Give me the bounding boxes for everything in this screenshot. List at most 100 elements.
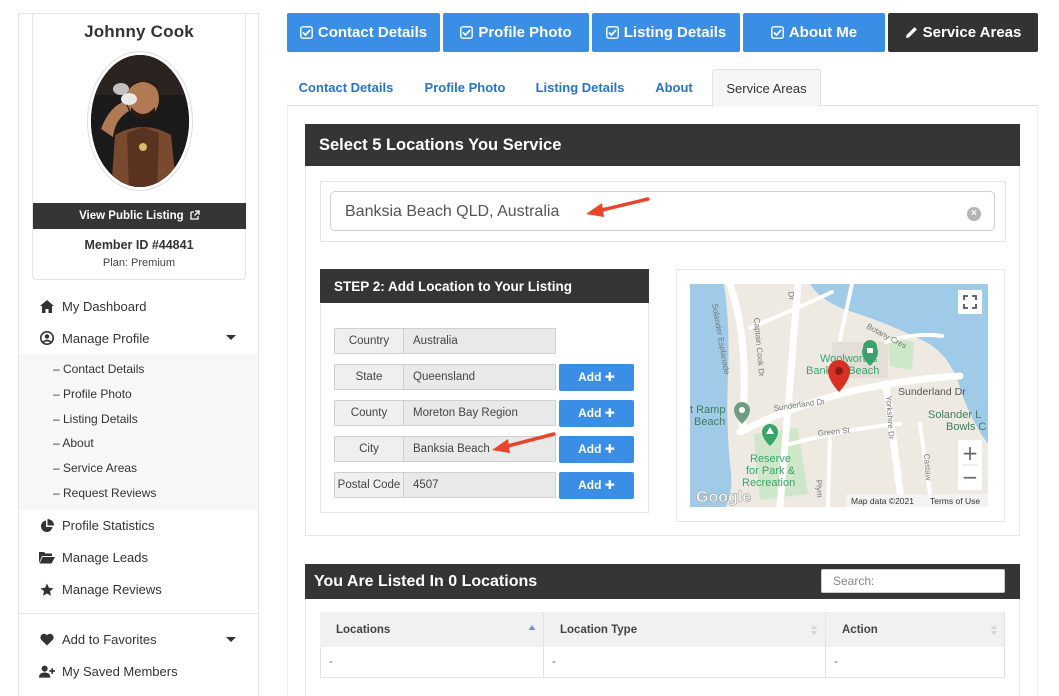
column-header-location-type[interactable]: Location Type <box>544 612 826 647</box>
step2-heading: STEP 2: Add Location to Your Listing <box>320 269 649 303</box>
submenu-about[interactable]: – About <box>19 431 258 456</box>
fullscreen-icon[interactable] <box>958 290 982 314</box>
sidebar-item-saved-members[interactable]: My Saved Members <box>19 656 258 688</box>
avatar[interactable] <box>88 52 192 190</box>
submenu-service-areas[interactable]: – Service Areas <box>19 456 258 481</box>
sidebar: Johnny Cook View Public Listing Member I… <box>18 13 259 696</box>
sort-icon <box>991 625 997 635</box>
add-county-button[interactable]: Add ✚ <box>559 400 634 427</box>
table-search-input[interactable]: Search: <box>821 569 1005 593</box>
check-square-icon <box>770 26 784 39</box>
member-name: Johnny Cook <box>84 22 194 41</box>
map-label: Recreation <box>742 477 795 489</box>
nav-divider <box>19 612 258 614</box>
county-field: Moreton Bay Region <box>403 400 556 426</box>
member-id: Member ID #44841 <box>84 238 194 252</box>
country-field: Australia <box>403 328 556 354</box>
top-tab-about-me[interactable]: About Me <box>743 13 885 52</box>
user-circle-icon <box>39 330 55 346</box>
sidebar-item-manage-leads[interactable]: Manage Leads <box>19 542 258 574</box>
sidebar-item-profile-statistics[interactable]: Profile Statistics <box>19 510 258 542</box>
avatar-image <box>91 55 189 187</box>
tab-contact-details[interactable]: Contact Details <box>287 69 405 106</box>
top-tab-profile-photo[interactable]: Profile Photo <box>443 13 589 52</box>
plus-icon: ✚ <box>604 406 615 420</box>
user-plus-icon <box>39 664 55 680</box>
map-label: Reserve <box>750 453 791 465</box>
plan-label: Plan: Premium <box>102 257 176 269</box>
column-header-locations[interactable]: Locations <box>320 612 544 647</box>
folder-open-icon <box>39 550 55 566</box>
home-icon <box>39 298 55 314</box>
terms-of-use-link[interactable]: Terms of Use <box>930 496 980 506</box>
plus-icon: ✚ <box>604 478 615 492</box>
tab-about[interactable]: About <box>643 69 705 106</box>
location-search-input[interactable]: Banksia Beach QLD, Australia <box>330 191 995 231</box>
zoom-in-button[interactable]: + <box>962 441 979 465</box>
location-map[interactable]: Woolworths Banksia Beach Sunderland Dr S… <box>690 284 988 507</box>
pie-chart-icon <box>39 518 55 534</box>
top-tab-service-areas[interactable]: Service Areas <box>888 13 1038 52</box>
sidebar-item-manage-reviews[interactable]: Manage Reviews <box>19 574 258 606</box>
google-logo: Google <box>696 489 751 506</box>
annotation-arrow <box>492 432 556 453</box>
map-canvas: Woolworths Banksia Beach Sunderland Dr S… <box>690 284 988 507</box>
view-public-listing-button[interactable]: View Public Listing <box>33 203 246 229</box>
submenu-request-reviews[interactable]: – Request Reviews <box>19 481 258 506</box>
map-label: Plym <box>814 480 824 499</box>
sidebar-item-manage-profile[interactable]: Manage Profile <box>19 322 258 354</box>
table-cell: - <box>320 647 544 678</box>
map-label: Solander L <box>928 409 981 421</box>
sidebar-item-add-to-favorites[interactable]: Add to Favorites <box>19 624 258 656</box>
tab-service-areas[interactable]: Service Areas <box>712 69 821 107</box>
submenu-listing-details[interactable]: – Listing Details <box>19 407 258 432</box>
add-postal-code-button[interactable]: Add ✚ <box>559 472 634 499</box>
plus-icon: ✚ <box>604 370 615 384</box>
profile-card: Johnny Cook View Public Listing Member I… <box>32 14 246 280</box>
chevron-down-icon <box>226 335 236 340</box>
manage-profile-submenu: – Contact Details – Profile Photo – List… <box>19 354 258 510</box>
sort-asc-icon <box>528 625 536 630</box>
state-field: Queensland <box>403 364 556 390</box>
zoom-out-button[interactable]: − <box>962 465 979 489</box>
map-label: Beach <box>694 416 725 428</box>
pencil-icon <box>905 27 917 38</box>
sort-icon <box>811 625 817 635</box>
plus-icon: ✚ <box>604 442 615 456</box>
tab-profile-photo[interactable]: Profile Photo <box>411 69 519 106</box>
map-label: Sunderland Dr <box>898 386 966 398</box>
top-tab-listing-details[interactable]: Listing Details <box>592 13 740 52</box>
map-label: for Park & <box>746 465 796 477</box>
city-label: City <box>334 436 404 462</box>
top-tab-contact-details[interactable]: Contact Details <box>287 13 440 52</box>
sidebar-item-dashboard[interactable]: My Dashboard <box>19 290 258 322</box>
annotation-arrow <box>586 197 650 217</box>
column-header-action[interactable]: Action <box>826 612 1005 647</box>
chevron-down-icon <box>226 636 236 642</box>
external-link-icon <box>190 210 200 220</box>
state-label: State <box>334 364 404 390</box>
clear-icon[interactable]: × <box>967 207 981 221</box>
check-square-icon <box>299 26 313 39</box>
map-data-label: Map data ©2021 <box>851 496 914 506</box>
county-label: County <box>334 400 404 426</box>
sub-tabs: Contact Details Profile Photo Listing De… <box>287 69 1038 107</box>
check-square-icon <box>605 26 619 39</box>
star-icon <box>39 582 55 598</box>
check-square-icon <box>460 26 474 39</box>
tab-listing-details[interactable]: Listing Details <box>525 69 635 106</box>
add-city-button[interactable]: Add ✚ <box>559 436 634 463</box>
table-cell: - <box>544 647 826 678</box>
heart-icon <box>39 632 55 648</box>
country-label: Country <box>334 328 404 354</box>
table-cell: - <box>826 647 1005 678</box>
map-label: Bowls C <box>946 421 986 433</box>
postal-code-field: 4507 <box>403 472 556 498</box>
locations-panel-heading: Select 5 Locations You Service <box>305 124 1020 166</box>
submenu-contact-details[interactable]: – Contact Details <box>19 357 258 382</box>
add-state-button[interactable]: Add ✚ <box>559 364 634 391</box>
postal-code-label: Postal Code <box>334 472 404 498</box>
submenu-profile-photo[interactable]: – Profile Photo <box>19 382 258 407</box>
map-label: t Ramp <box>690 404 725 416</box>
sidebar-nav: My Dashboard Manage Profile – Contact De… <box>19 290 258 688</box>
